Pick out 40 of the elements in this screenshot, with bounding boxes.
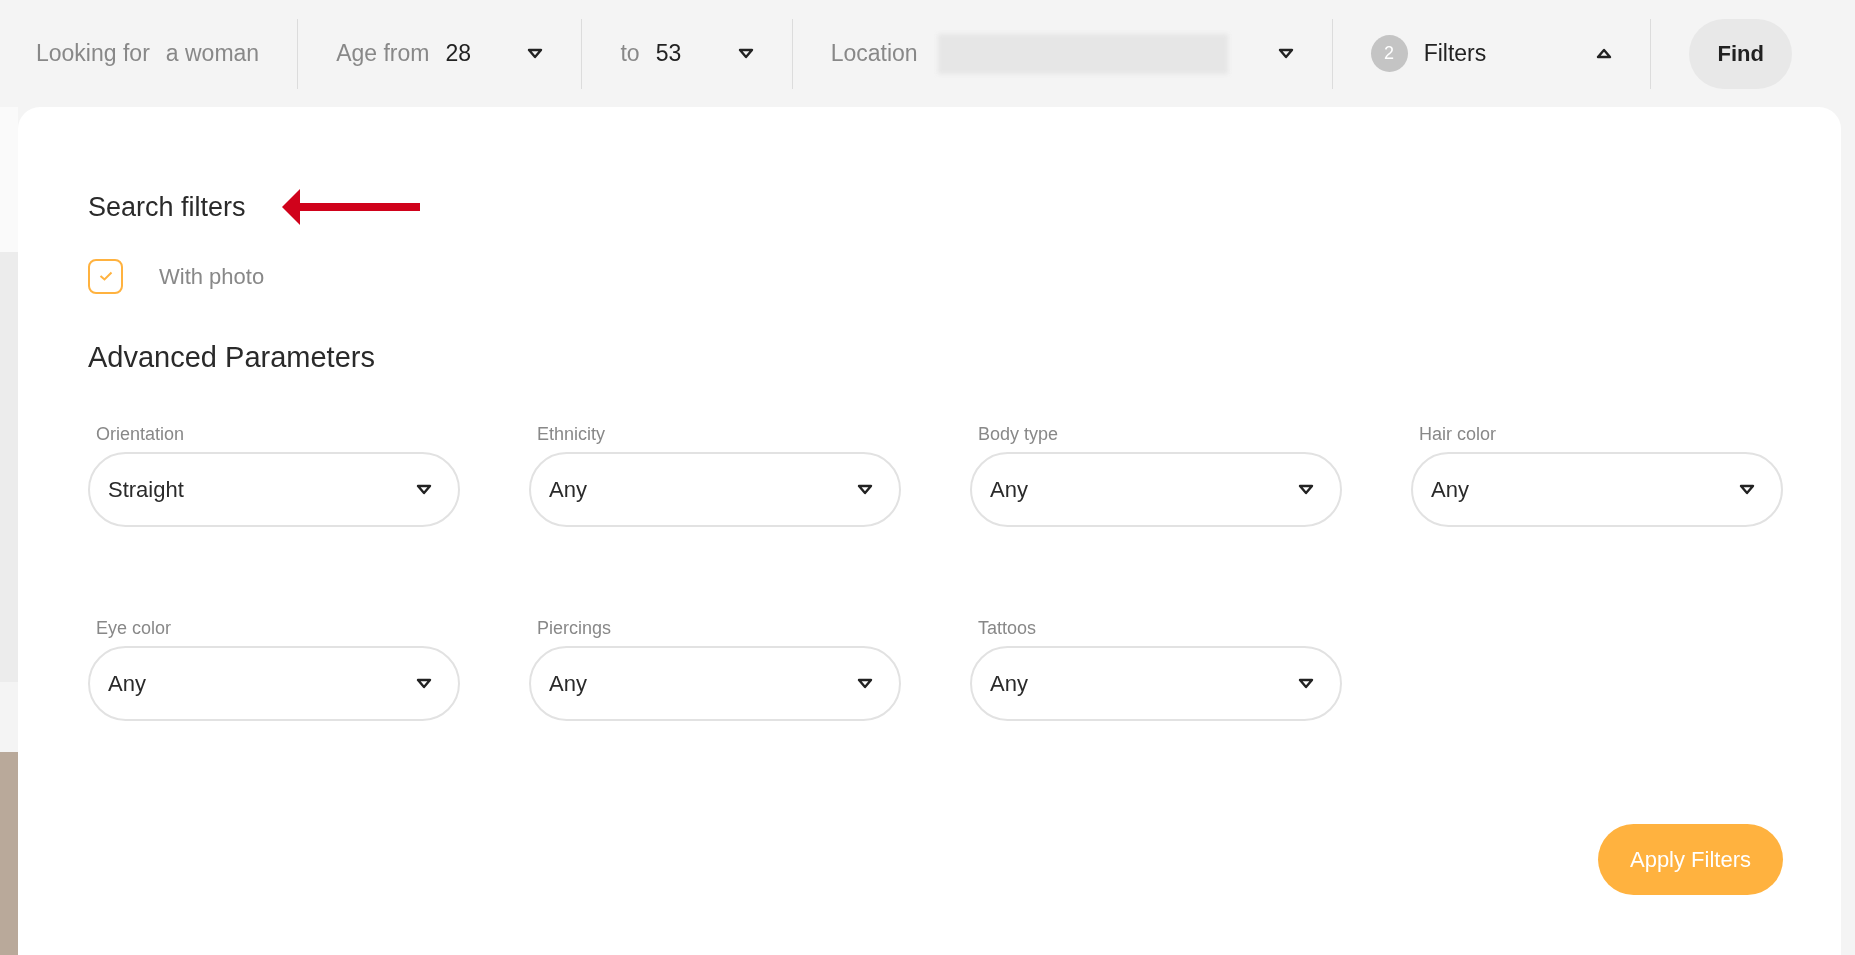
find-button[interactable]: Find (1689, 18, 1793, 89)
field-label: Tattoos (977, 617, 1038, 640)
caret-icon (527, 48, 544, 59)
caret-icon (1596, 48, 1613, 59)
field-label: Piercings (536, 617, 613, 640)
caret-icon (1298, 484, 1314, 495)
select-field[interactable]: Any (1411, 452, 1783, 527)
check-icon (98, 271, 113, 281)
select-field[interactable]: Any (88, 646, 460, 721)
panel-title: Search filters (88, 191, 246, 224)
caret-icon (1277, 48, 1294, 59)
with-photo-label: With photo (159, 262, 265, 291)
filter-count-badge: 2 (1370, 35, 1408, 72)
caret-icon (1298, 678, 1314, 689)
field-label: Orientation (95, 423, 186, 446)
age-to-label: to (620, 39, 640, 69)
field-label: Eye color (95, 617, 173, 640)
select-field[interactable]: Any (529, 452, 901, 527)
arrow-icon (281, 189, 420, 226)
select-field[interactable]: Any (970, 452, 1342, 527)
field-label: Body type (977, 423, 1060, 446)
caret-icon (1739, 484, 1755, 495)
age-to-value[interactable]: 53 (655, 36, 738, 71)
filters-toggle[interactable]: Filters (1423, 36, 1487, 71)
with-photo-checkbox[interactable] (88, 258, 123, 294)
field-label: Hair color (1418, 423, 1498, 446)
caret-icon (737, 48, 754, 59)
caret-icon (416, 484, 432, 495)
field-label: Ethnicity (536, 423, 607, 446)
select-field[interactable]: Any (970, 646, 1342, 721)
looking-for-label: Looking for (36, 39, 150, 69)
age-from-value[interactable]: 28 (445, 36, 528, 71)
caret-icon (416, 678, 432, 689)
select-field[interactable]: Straight (88, 452, 460, 527)
age-from-label: Age from (336, 39, 430, 69)
select-field[interactable]: Any (529, 646, 901, 721)
location-label: Location (830, 39, 918, 69)
caret-icon (857, 484, 873, 495)
advanced-parameters-heading: Advanced Parameters (88, 339, 376, 375)
caret-icon (857, 678, 873, 689)
